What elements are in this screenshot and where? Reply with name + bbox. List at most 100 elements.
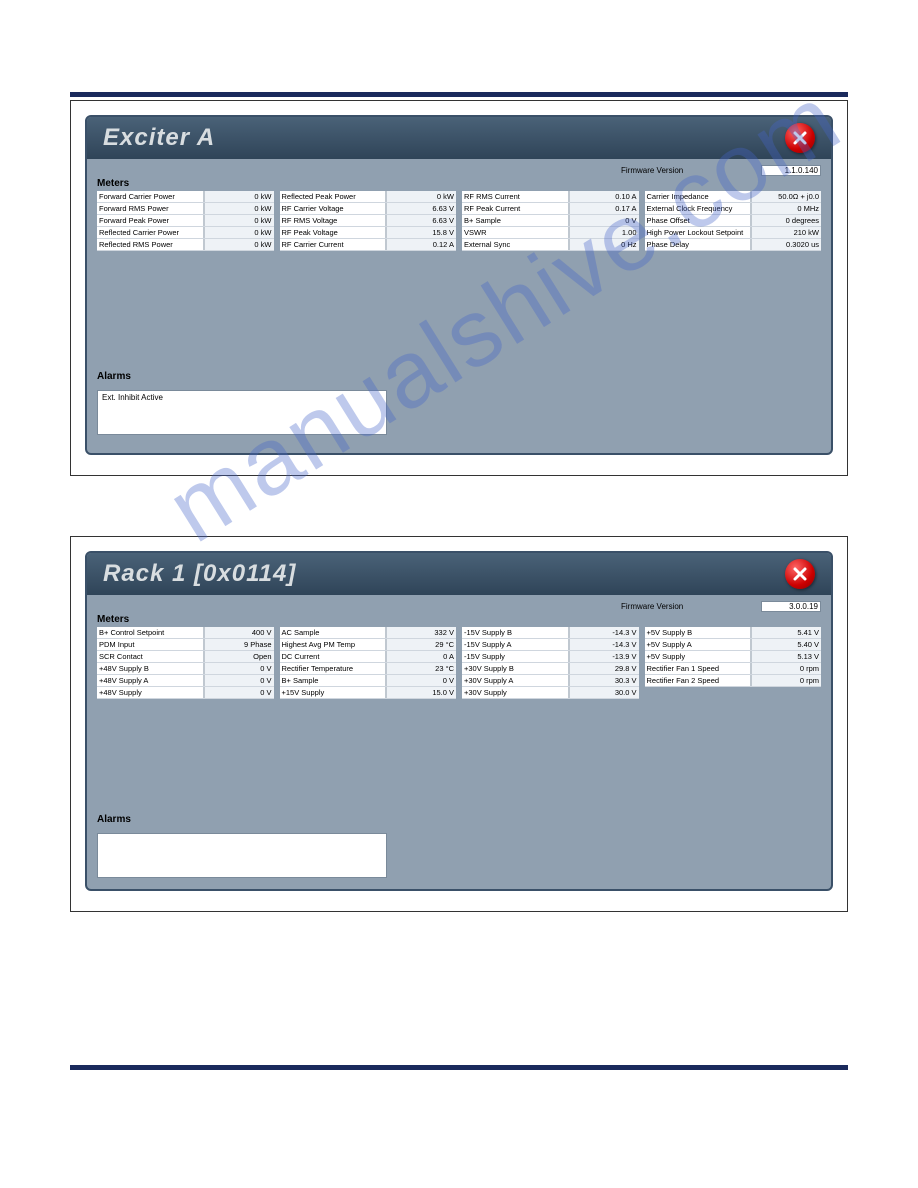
meter-label: +30V Supply B [462, 663, 569, 674]
firmware-value: 3.0.0.19 [761, 601, 821, 612]
alarms-box [97, 833, 387, 878]
meter-label: Forward RMS Power [97, 203, 204, 214]
meter-row: Reflected RMS Power0 kW [97, 239, 274, 251]
meter-row: Forward Carrier Power0 kW [97, 191, 274, 203]
meter-value: 6.63 V [386, 215, 456, 226]
meter-label: Phase Offset [645, 215, 752, 226]
meter-label: AC Sample [280, 627, 387, 638]
meter-row: Rectifier Temperature23 °C [280, 663, 457, 675]
meter-row: External Sync0 Hz [462, 239, 639, 251]
meter-label: RF Peak Current [462, 203, 569, 214]
meter-label: B+ Control Setpoint [97, 627, 204, 638]
meter-row: RF Carrier Current0.12 A [280, 239, 457, 251]
meter-value: 30.3 V [569, 675, 639, 686]
meter-row: +5V Supply5.13 V [645, 651, 822, 663]
meter-label: RF Carrier Current [280, 239, 387, 250]
meters-label: Meters [97, 614, 821, 625]
meter-value: 0.12 A [386, 239, 456, 250]
meter-row: RF Peak Current0.17 A [462, 203, 639, 215]
panel-header-rack: Rack 1 [0x0114] [87, 553, 831, 595]
meter-value: Open [204, 651, 274, 662]
panel-body-exciter: Firmware Version 1.1.0.140 Meters Forwar… [87, 159, 831, 445]
meter-label: B+ Sample [462, 215, 569, 226]
meter-label: Rectifier Fan 1 Speed [645, 663, 752, 674]
panel-title: Exciter A [103, 124, 215, 152]
meter-row: Highest Avg PM Temp29 °C [280, 639, 457, 651]
meter-value: 0 Hz [569, 239, 639, 250]
meter-row: +48V Supply B0 V [97, 663, 274, 675]
meter-label: Reflected RMS Power [97, 239, 204, 250]
meter-label: RF Peak Voltage [280, 227, 387, 238]
meter-value: 29 °C [386, 639, 456, 650]
meter-row: AC Sample332 V [280, 627, 457, 639]
meter-row: +48V Supply0 V [97, 687, 274, 699]
meter-value: 0 V [204, 675, 274, 686]
meter-value: 332 V [386, 627, 456, 638]
figure-exciter: Exciter A Firmware Version 1.1.0.140 Met… [70, 100, 848, 476]
alarms-box: Ext. Inhibit Active [97, 390, 387, 435]
meter-value: 0 rpm [751, 675, 821, 686]
meter-value: 0 V [204, 663, 274, 674]
meter-label: RF RMS Current [462, 191, 569, 202]
meter-row: Phase Offset0 degrees [645, 215, 822, 227]
meter-row: +30V Supply A30.3 V [462, 675, 639, 687]
meter-row: PDM Input9 Phase [97, 639, 274, 651]
meter-row: Rectifier Fan 1 Speed0 rpm [645, 663, 822, 675]
meter-value: 0 kW [386, 191, 456, 202]
meter-label: +48V Supply B [97, 663, 204, 674]
meter-value: 29.8 V [569, 663, 639, 674]
alarms-label: Alarms [97, 814, 821, 825]
panel-header-exciter: Exciter A [87, 117, 831, 159]
meter-row: External Clock Frequency0 MHz [645, 203, 822, 215]
meters-grid: Forward Carrier Power0 kWForward RMS Pow… [97, 191, 821, 251]
meter-row: Forward Peak Power0 kW [97, 215, 274, 227]
meter-row: B+ Control Setpoint400 V [97, 627, 274, 639]
meter-value: 23 °C [386, 663, 456, 674]
panel-title: Rack 1 [0x0114] [103, 560, 296, 588]
meter-value: 0.3020 us [751, 239, 821, 250]
meter-row: -15V Supply A-14.3 V [462, 639, 639, 651]
meter-value: 0 kW [204, 203, 274, 214]
meter-label: Reflected Peak Power [280, 191, 387, 202]
meter-row: RF RMS Current0.10 A [462, 191, 639, 203]
meter-value: 0 degrees [751, 215, 821, 226]
alarm-text: Ext. Inhibit Active [102, 393, 163, 402]
meter-value: 9 Phase [204, 639, 274, 650]
meter-row: B+ Sample0 V [462, 215, 639, 227]
meter-label: B+ Sample [280, 675, 387, 686]
panel-rack: Rack 1 [0x0114] Firmware Version 3.0.0.1… [85, 551, 833, 891]
firmware-label: Firmware Version [621, 166, 731, 175]
firmware-value: 1.1.0.140 [761, 165, 821, 176]
meter-value: 0 rpm [751, 663, 821, 674]
meter-value: 0 kW [204, 191, 274, 202]
meter-row: +30V Supply30.0 V [462, 687, 639, 699]
meter-label: External Sync [462, 239, 569, 250]
meter-row: Forward RMS Power0 kW [97, 203, 274, 215]
meter-label: +5V Supply [645, 651, 752, 662]
meter-row: RF Peak Voltage15.8 V [280, 227, 457, 239]
meter-row: VSWR1.00 [462, 227, 639, 239]
meter-label: +5V Supply A [645, 639, 752, 650]
meter-value: 0 V [569, 215, 639, 226]
close-icon[interactable] [785, 559, 815, 589]
meter-value: 0.10 A [569, 191, 639, 202]
meters-grid: B+ Control Setpoint400 VPDM Input9 Phase… [97, 627, 821, 699]
alarms-label: Alarms [97, 371, 821, 382]
meter-value: 1.00 [569, 227, 639, 238]
close-icon[interactable] [785, 123, 815, 153]
meter-row: Reflected Carrier Power0 kW [97, 227, 274, 239]
meter-value: 0 kW [204, 239, 274, 250]
meter-row: Phase Delay0.3020 us [645, 239, 822, 251]
meter-value: 0 kW [204, 227, 274, 238]
meter-value: 0 MHz [751, 203, 821, 214]
meter-label: +48V Supply A [97, 675, 204, 686]
meter-label: PDM Input [97, 639, 204, 650]
meter-label: Carrier Impedance [645, 191, 752, 202]
meter-row: Carrier Impedance50.0Ω + j0.0 [645, 191, 822, 203]
meter-value: 0 V [204, 687, 274, 698]
meter-row: RF RMS Voltage6.63 V [280, 215, 457, 227]
meter-value: 0.17 A [569, 203, 639, 214]
meter-label: High Power Lockout Setpoint [645, 227, 752, 238]
meter-value: 400 V [204, 627, 274, 638]
meter-row: B+ Sample0 V [280, 675, 457, 687]
